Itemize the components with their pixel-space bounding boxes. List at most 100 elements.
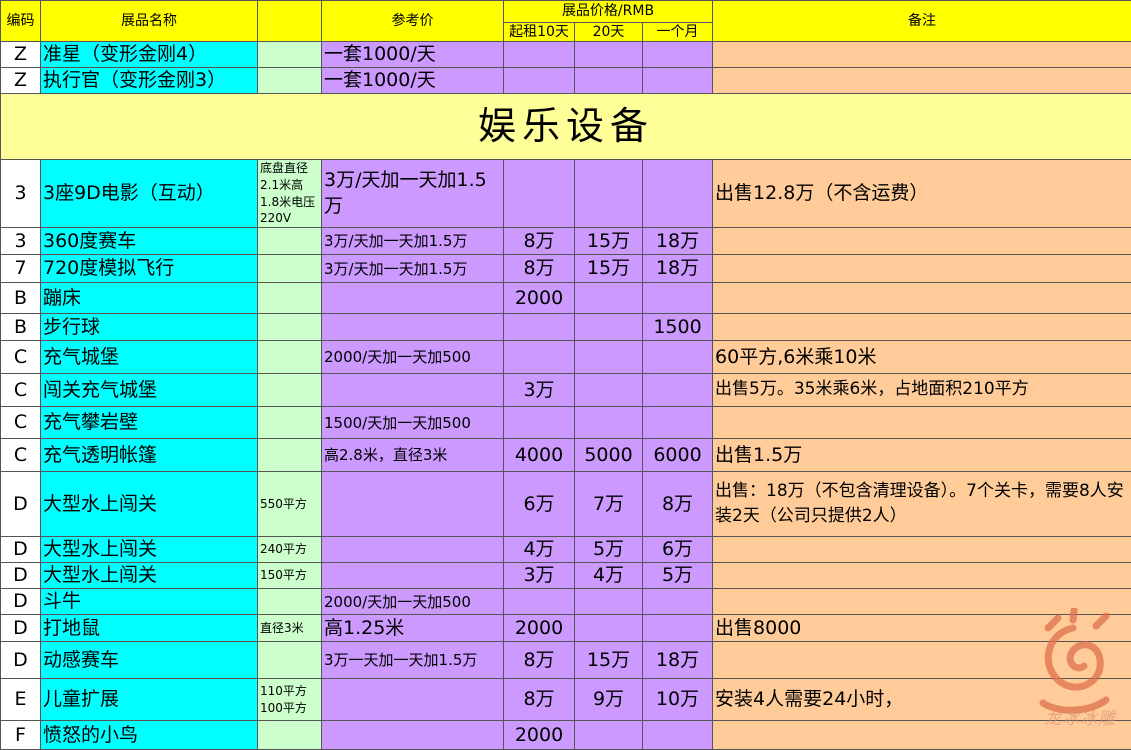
table-row: D大型水上闯关240平方4万5万6万 <box>1 537 1131 563</box>
table-row: F愤怒的小鸟2000 <box>1 721 1131 750</box>
item-ref-price <box>322 721 504 750</box>
item-code: C <box>1 407 41 439</box>
item-ref-price <box>322 679 504 721</box>
item-name: 准星（变形金刚4） <box>41 42 258 68</box>
item-code: Z <box>1 68 41 94</box>
item-price-month: 18万 <box>643 228 713 255</box>
item-code: D <box>1 642 41 679</box>
item-ref-price <box>322 537 504 563</box>
item-code: C <box>1 374 41 407</box>
item-ref-price: 3万一天加一天加1.5万 <box>322 642 504 679</box>
item-price-20-days: 15万 <box>575 642 643 679</box>
item-price-month <box>643 615 713 642</box>
header-code: 编码 <box>1 1 41 42</box>
item-name: 3座9D电影（互动） <box>41 160 258 228</box>
item-ref-price: 1500/天加一天加500 <box>322 407 504 439</box>
item-spec <box>258 589 322 615</box>
item-price-month <box>643 283 713 314</box>
item-price-20-days <box>575 341 643 374</box>
table-row: E儿童扩展110平方 100平方8万9万10万安装4人需要24小时， <box>1 679 1131 721</box>
item-ref-price: 3万/天加一天加1.5万 <box>322 228 504 255</box>
item-name: 步行球 <box>41 314 258 341</box>
item-note <box>713 563 1131 589</box>
item-code: C <box>1 341 41 374</box>
price-table: 编码 展品名称 参考价 展品价格/RMB 备注 起租10天 20天 一个月 Z准… <box>0 0 1131 750</box>
item-spec <box>258 255 322 283</box>
header-name: 展品名称 <box>41 1 258 42</box>
table-row: C充气城堡2000/天加一天加50060平方,6米乘10米 <box>1 341 1131 374</box>
item-price-20-days <box>575 615 643 642</box>
item-name: 大型水上闯关 <box>41 472 258 537</box>
item-ref-price: 一套1000/天 <box>322 68 504 94</box>
item-price-20-days <box>575 589 643 615</box>
item-price-20-days: 15万 <box>575 228 643 255</box>
item-spec <box>258 341 322 374</box>
watermark-text: 龙冰冰雕 <box>1044 704 1116 729</box>
item-price-20-days: 7万 <box>575 472 643 537</box>
item-ref-price <box>322 472 504 537</box>
item-ref-price <box>322 283 504 314</box>
item-ref-price <box>322 374 504 407</box>
table-row: Z执行官（变形金刚3）一套1000/天 <box>1 68 1131 94</box>
item-ref-price: 高1.25米 <box>322 615 504 642</box>
item-price-10-days: 3万 <box>504 374 575 407</box>
item-code: 7 <box>1 255 41 283</box>
item-name: 大型水上闯关 <box>41 563 258 589</box>
item-code: E <box>1 679 41 721</box>
item-name: 愤怒的小鸟 <box>41 721 258 750</box>
table-row: Z准星（变形金刚4）一套1000/天 <box>1 42 1131 68</box>
item-name: 360度赛车 <box>41 228 258 255</box>
item-price-month <box>643 42 713 68</box>
item-spec <box>258 374 322 407</box>
item-spec <box>258 42 322 68</box>
item-ref-price: 一套1000/天 <box>322 42 504 68</box>
item-price-month: 6000 <box>643 439 713 472</box>
item-note: 出售：18万（不包含清理设备）。7个关卡，需要8人安装2天（公司只提供2人） <box>713 472 1131 537</box>
item-price-20-days <box>575 42 643 68</box>
table-row: D大型水上闯关150平方3万4万5万 <box>1 563 1131 589</box>
item-price-20-days <box>575 407 643 439</box>
item-price-20-days <box>575 374 643 407</box>
item-price-10-days: 2000 <box>504 615 575 642</box>
item-spec: 150平方 <box>258 563 322 589</box>
item-price-month: 18万 <box>643 642 713 679</box>
item-name: 大型水上闯关 <box>41 537 258 563</box>
item-name: 蹦床 <box>41 283 258 314</box>
header-ref: 参考价 <box>322 1 504 42</box>
item-spec <box>258 68 322 94</box>
item-ref-price: 2000/天加一天加500 <box>322 589 504 615</box>
item-spec: 直径3米 <box>258 615 322 642</box>
item-price-10-days: 4万 <box>504 537 575 563</box>
item-price-month: 18万 <box>643 255 713 283</box>
table-row: B步行球1500 <box>1 314 1131 341</box>
item-note: 出售5万。35米乘6米，占地面积210平方 <box>713 374 1131 407</box>
item-code: B <box>1 283 41 314</box>
item-spec <box>258 439 322 472</box>
item-spec <box>258 721 322 750</box>
item-price-20-days <box>575 160 643 228</box>
item-note: 出售12.8万（不含运费） <box>713 160 1131 228</box>
table-row: C充气透明帐篷高2.8米，直径3米400050006000出售1.5万 <box>1 439 1131 472</box>
item-spec: 550平方 <box>258 472 322 537</box>
item-ref-price <box>322 314 504 341</box>
header-note: 备注 <box>713 1 1131 42</box>
item-price-10-days: 8万 <box>504 255 575 283</box>
table-row: 3360度赛车3万/天加一天加1.5万8万15万18万 <box>1 228 1131 255</box>
item-spec <box>258 642 322 679</box>
item-price-10-days: 8万 <box>504 679 575 721</box>
table-row: D大型水上闯关550平方6万7万8万出售：18万（不包含清理设备）。7个关卡，需… <box>1 472 1131 537</box>
item-price-20-days: 9万 <box>575 679 643 721</box>
item-spec <box>258 314 322 341</box>
header-p20: 20天 <box>575 23 643 42</box>
item-price-20-days: 15万 <box>575 255 643 283</box>
item-price-20-days <box>575 721 643 750</box>
item-name: 充气攀岩壁 <box>41 407 258 439</box>
table-row: D斗牛2000/天加一天加500 <box>1 589 1131 615</box>
item-price-month <box>643 589 713 615</box>
item-code: D <box>1 472 41 537</box>
item-price-20-days: 5万 <box>575 537 643 563</box>
item-code: D <box>1 537 41 563</box>
item-name: 斗牛 <box>41 589 258 615</box>
item-ref-price: 3万/天加一天加1.5万 <box>322 160 504 228</box>
item-price-10-days <box>504 314 575 341</box>
